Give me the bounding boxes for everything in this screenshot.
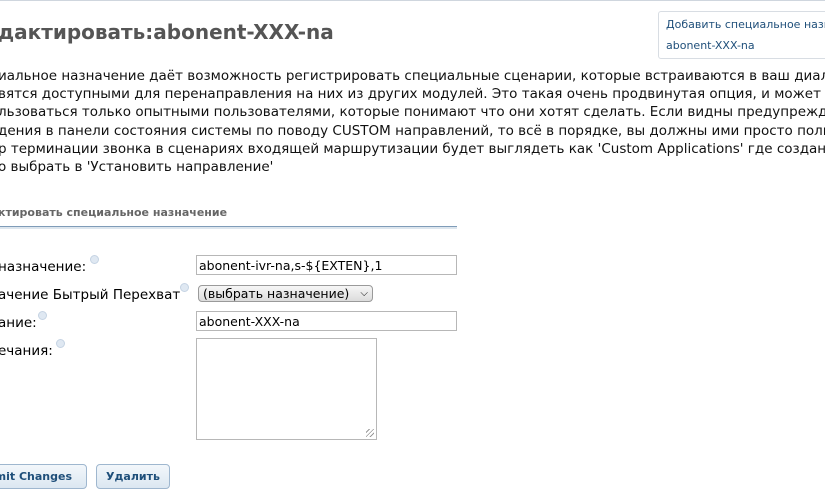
description-line: о выбрать в 'Установить направление': [0, 159, 274, 176]
failover-destination-select[interactable]: (выбрать назначение) ⌵: [198, 285, 373, 302]
custom-destination-item-link[interactable]: abonent-XXX-na: [666, 39, 755, 52]
description-line: вятся доступными для перенаправления на …: [0, 86, 821, 103]
help-icon[interactable]: [38, 311, 47, 320]
help-icon[interactable]: [56, 339, 65, 348]
chevron-down-icon: ⌵: [360, 288, 368, 299]
notes-textarea[interactable]: [196, 338, 377, 440]
description-line: р терминации звонка в сценариях входящей…: [0, 140, 825, 157]
section-title: ктировать специальное назначение: [0, 206, 228, 219]
delete-button[interactable]: Удалить: [96, 464, 170, 489]
side-panel: Добавить специальное назначе abonent-XXX…: [658, 11, 825, 59]
page-title: дактировать:abonent-XXX-na: [0, 20, 334, 44]
resize-handle-icon[interactable]: [366, 429, 374, 437]
description-input[interactable]: [196, 311, 457, 331]
add-custom-destination-link[interactable]: Добавить специальное назначе: [666, 18, 825, 31]
description-label: ание:: [0, 315, 37, 331]
description-line: льзоваться только опытными пользователям…: [0, 104, 825, 121]
top-border: [0, 0, 825, 1]
section-divider: [0, 226, 457, 229]
notes-label: ечания:: [0, 343, 53, 359]
help-icon[interactable]: [180, 283, 189, 292]
submit-changes-button[interactable]: mit Changes: [0, 464, 87, 489]
destination-input[interactable]: [196, 255, 457, 275]
description-text: иальное назначение даёт возможность реги…: [0, 67, 825, 176]
failover-selected-value: (выбрать назначение): [203, 286, 350, 301]
description-line: иальное назначение даёт возможность реги…: [0, 68, 825, 84]
failover-label: ачение Бытрый Перехват: [0, 287, 181, 303]
description-line: дения в панели состояния системы по пово…: [0, 122, 825, 139]
destination-label: назначение:: [0, 259, 87, 275]
help-icon[interactable]: [90, 255, 99, 264]
